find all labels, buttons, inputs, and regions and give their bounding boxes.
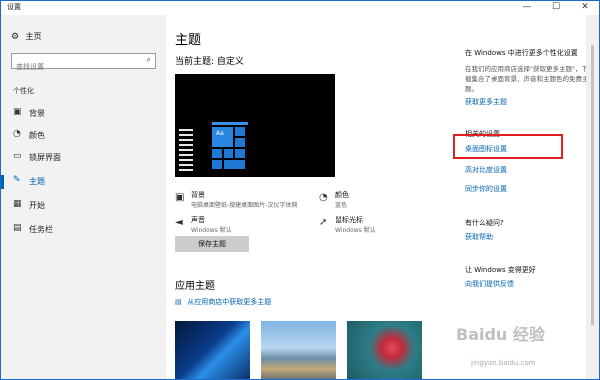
high-contrast-settings-link[interactable]: 高对比度设置 — [465, 165, 507, 175]
current-theme-label: 当前主题: 自定义 — [175, 57, 244, 67]
search-icon[interactable]: ⌕ — [147, 55, 151, 65]
prop-value: 蓝色 — [335, 202, 348, 209]
more-personalize-text: 在我们的应用商店选择"获取更多主题"，下载集合了桌面背景、声音和主题色的免费主题… — [465, 65, 589, 93]
question-title: 有什么疑问? — [465, 219, 504, 227]
store-link-label: 从应用商店中获取更多主题 — [187, 298, 272, 306]
theme-thumbnail-beach[interactable] — [261, 321, 336, 379]
start-icon: ▦ — [13, 199, 22, 209]
sidebar-item-colors[interactable]: ◔ 颜色 — [1, 125, 166, 147]
minimize-button[interactable]: — — [513, 1, 541, 15]
home-link[interactable]: ⚙ 主页 — [11, 31, 42, 42]
search-box[interactable]: ⌕ — [11, 53, 156, 74]
watermark-logo: Baidu 经验 — [456, 325, 545, 344]
prop-mouse-cursor[interactable]: ➚ 鼠标光标 Windows 默认 — [319, 215, 449, 237]
sidebar-item-taskbar[interactable]: ▤ 任务栏 — [1, 219, 166, 241]
close-button[interactable]: ✕ — [571, 1, 599, 15]
image-icon: ▣ — [175, 192, 185, 203]
image-icon: ▣ — [13, 107, 22, 117]
get-more-themes-link[interactable]: 获取更多主题 — [465, 97, 507, 107]
lock-screen-icon: ▭ — [13, 151, 22, 161]
sidebar-item-label: 任务栏 — [29, 225, 53, 234]
settings-window: 设置 — ☐ ✕ ⚙ 主页 ⌕ 个性化 ▣ 背景 ◔ 颜色 ▭ 锁屏界面 ✎ 主… — [0, 0, 600, 380]
scrollbar[interactable] — [586, 15, 599, 379]
home-label: 主页 — [25, 32, 42, 41]
cursor-icon: ➚ — [319, 217, 328, 228]
prop-value: Windows 默认 — [335, 227, 376, 234]
sidebar-item-label: 主题 — [29, 177, 45, 186]
preview-tile-text: Aa — [212, 127, 233, 147]
highlight-box — [453, 134, 563, 159]
apply-theme-heading: 应用主题 — [175, 281, 215, 292]
page-title: 主题 — [175, 33, 202, 48]
palette-icon: ◔ — [319, 192, 328, 203]
get-help-link[interactable]: 获取帮助 — [465, 232, 493, 242]
sidebar-item-lock-screen[interactable]: ▭ 锁屏界面 — [1, 147, 166, 169]
theme-thumbnail-windows[interactable] — [175, 321, 250, 379]
prop-name: 颜色 — [335, 191, 349, 199]
more-personalize-title: 在 Windows 中进行更多个性化设置 — [465, 49, 578, 57]
prop-background[interactable]: ▣ 背景 电脑桌面壁纸-搜建桌面图片-汉仪字体网 — [175, 190, 305, 212]
prop-name: 声音 — [191, 216, 205, 224]
prop-name: 背景 — [191, 191, 205, 199]
section-label: 个性化 — [13, 87, 34, 95]
theme-thumbnail-flower[interactable] — [347, 321, 422, 379]
search-input[interactable] — [12, 60, 132, 74]
sidebar-item-label: 锁屏界面 — [29, 153, 61, 162]
prop-name: 鼠标光标 — [335, 216, 363, 224]
taskbar-icon: ▤ — [13, 223, 22, 233]
palette-icon: ◔ — [13, 129, 21, 139]
store-icon: ▤ — [175, 298, 182, 306]
brush-icon: ✎ — [13, 175, 21, 185]
sidebar: ⚙ 主页 ⌕ 个性化 ▣ 背景 ◔ 颜色 ▭ 锁屏界面 ✎ 主题 ▦ 开始 ▤ — [1, 15, 166, 379]
sidebar-item-start[interactable]: ▦ 开始 — [1, 195, 166, 217]
save-theme-button[interactable]: 保存主题 — [175, 236, 249, 252]
window-title: 设置 — [7, 3, 21, 11]
speaker-icon: ◄ — [175, 217, 183, 228]
prop-colors[interactable]: ◔ 颜色 蓝色 — [319, 190, 449, 212]
gear-icon: ⚙ — [11, 32, 20, 42]
feedback-link[interactable]: 向我们提供反馈 — [465, 279, 514, 289]
title-bar: 设置 — ☐ ✕ — [1, 1, 599, 15]
theme-preview: Aa — [175, 74, 335, 177]
sidebar-item-label: 开始 — [29, 201, 45, 210]
sidebar-item-label: 背景 — [29, 109, 45, 118]
get-more-themes-store-link[interactable]: ▤ 从应用商店中获取更多主题 — [175, 297, 271, 307]
sidebar-item-label: 颜色 — [29, 131, 45, 140]
maximize-button[interactable]: ☐ — [542, 1, 570, 15]
scrollbar-thumb[interactable] — [591, 45, 594, 325]
better-windows-title: 让 Windows 变得更好 — [465, 266, 536, 274]
prop-value: 电脑桌面壁纸-搜建桌面图片-汉仪字体网 — [191, 202, 298, 209]
prop-value: Windows 默认 — [191, 227, 232, 234]
sidebar-item-themes[interactable]: ✎ 主题 — [1, 171, 166, 193]
sidebar-item-background[interactable]: ▣ 背景 — [1, 103, 166, 125]
watermark-url: jingyan.baidu.com — [471, 359, 536, 367]
prop-sounds[interactable]: ◄ 声音 Windows 默认 — [175, 215, 305, 237]
sync-settings-link[interactable]: 同步你的设置 — [465, 184, 507, 194]
